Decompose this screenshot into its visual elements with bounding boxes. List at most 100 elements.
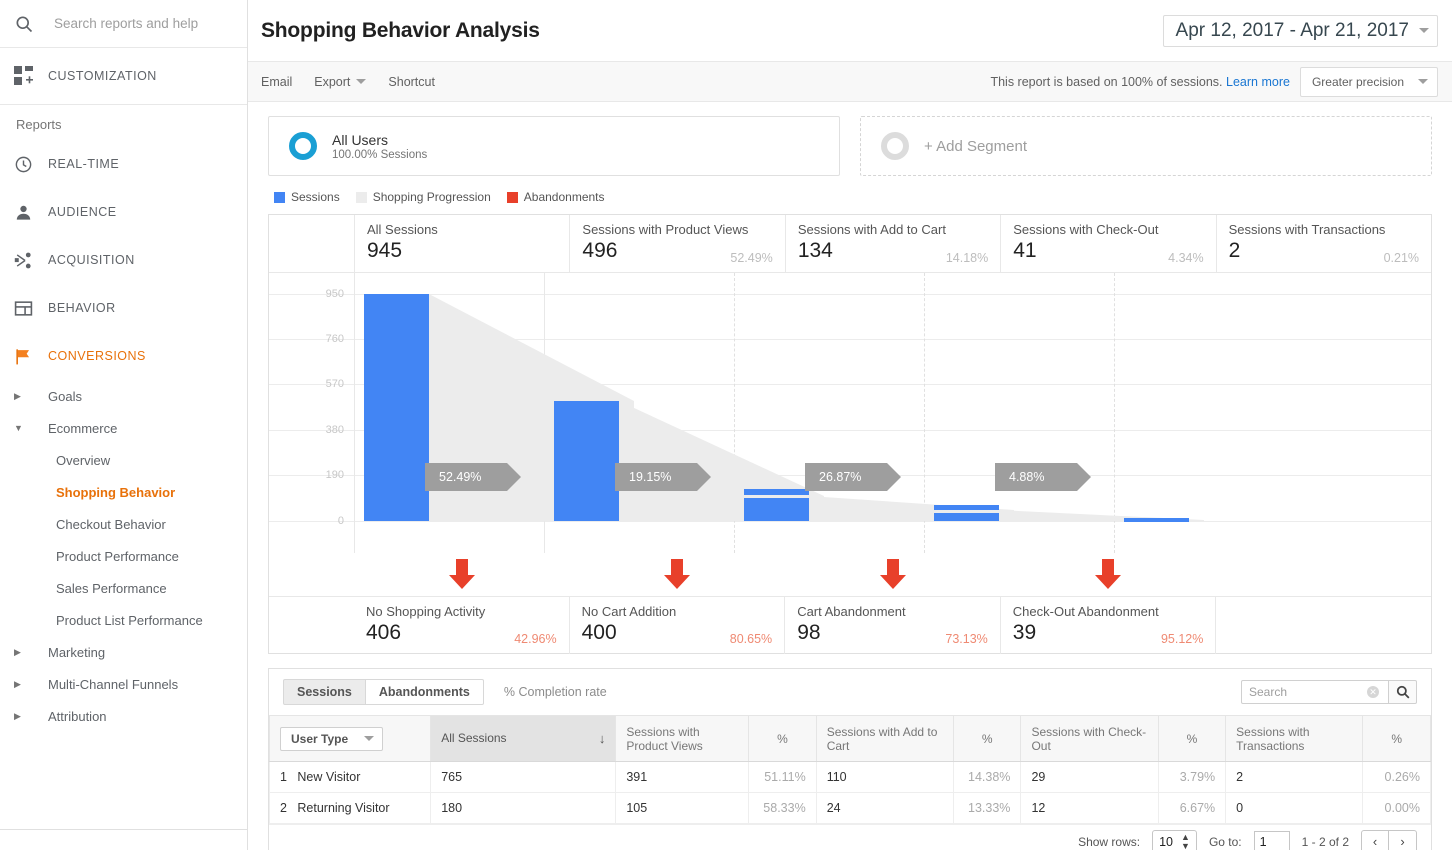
sidebar-item-overview[interactable]: Overview — [0, 444, 247, 476]
completion-rate-label[interactable]: % Completion rate — [504, 685, 607, 699]
dimension-header: User Type — [268, 715, 432, 762]
abandonment-name: Check-Out Abandonment — [1012, 604, 1159, 619]
progression-tag-4: 4.88% — [995, 463, 1091, 491]
column-header-transactions[interactable]: Sessions with Transactions — [1225, 715, 1364, 762]
bar-check-out — [934, 505, 999, 510]
table-search: ✕ — [1241, 680, 1417, 704]
search-input[interactable] — [48, 16, 218, 31]
table-header-row: User Type All Sessions ↓ Sessions with P… — [268, 715, 1431, 762]
precision-label: Greater precision — [1311, 74, 1404, 89]
search-icon — [14, 14, 48, 34]
abandonment-arrow-cell-2 — [569, 553, 784, 596]
precision-selector[interactable]: Greater precision — [1299, 66, 1438, 97]
column-header-product-views[interactable]: Sessions with Product Views — [615, 715, 750, 762]
date-range-picker[interactable]: Apr 12, 2017 - Apr 21, 2017 — [1162, 14, 1438, 47]
clear-icon[interactable]: ✕ — [1367, 686, 1379, 698]
next-page-button[interactable]: › — [1389, 829, 1417, 850]
sidebar-sub-label: Multi-Channel Funnels — [48, 676, 179, 692]
column-header-check-out[interactable]: Sessions with Check-Out — [1020, 715, 1159, 762]
progression-tag-3: 26.87% — [805, 463, 901, 491]
prev-page-button[interactable]: ‹ — [1361, 829, 1389, 850]
column-header-add-to-cart[interactable]: Sessions with Add to Cart — [815, 715, 954, 762]
email-button[interactable]: Email — [261, 75, 292, 89]
row-name[interactable]: Returning Visitor — [297, 801, 389, 815]
abandonment-check-out-abandonment: Check-Out Abandonment 39 95.12% — [1001, 597, 1217, 654]
column-header-pct-product-views[interactable]: % — [748, 715, 817, 762]
sidebar-sub-label: Checkout Behavior — [56, 516, 166, 532]
column-header-pct-add-to-cart[interactable]: % — [952, 715, 1022, 762]
data-table-panel: Sessions Abandonments % Completion rate … — [268, 668, 1432, 850]
sidebar-item-shopping-behavior[interactable]: Shopping Behavior — [0, 476, 247, 508]
stage-name: All Sessions — [367, 222, 438, 237]
row-name[interactable]: New Visitor — [297, 770, 360, 784]
sidebar-item-multi-channel-funnels[interactable]: ▶ Multi-Channel Funnels — [0, 668, 247, 700]
table-search-input[interactable] — [1249, 685, 1367, 699]
sidebar-item-sales-performance[interactable]: Sales Performance — [0, 572, 247, 604]
bar-add-to-cart — [744, 489, 809, 495]
sidebar-item-customization[interactable]: CUSTOMIZATION — [0, 48, 247, 105]
column-header-pct-transactions[interactable]: % — [1362, 715, 1431, 762]
sidebar-item-audience[interactable]: AUDIENCE — [0, 188, 247, 236]
legend-label: Abandonments — [523, 190, 605, 204]
down-arrow-icon — [663, 559, 691, 594]
abandonment-arrow-cell-1 — [354, 553, 569, 596]
table-tab-group: Sessions Abandonments — [283, 679, 484, 705]
sidebar-item-real-time[interactable]: REAL-TIME — [0, 140, 247, 188]
stage-pct: 0.21% — [1383, 251, 1420, 265]
progression-pct: 52.49% — [439, 470, 482, 484]
table-search-button[interactable] — [1389, 680, 1417, 704]
sidebar-item-marketing[interactable]: ▶ Marketing — [0, 636, 247, 668]
sidebar-item-checkout-behavior[interactable]: Checkout Behavior — [0, 508, 247, 540]
sidebar-item-product-performance[interactable]: Product Performance — [0, 540, 247, 572]
chevron-down-icon — [356, 79, 367, 84]
sidebar-item-attribution[interactable]: ▶ Attribution — [0, 700, 247, 732]
cell-check-out: 12 — [1020, 792, 1159, 824]
sidebar-item-ecommerce[interactable]: ▼ Ecommerce — [0, 412, 247, 444]
column-separator — [354, 273, 355, 553]
sidebar-search[interactable] — [0, 0, 247, 48]
tab-abandonments[interactable]: Abandonments — [365, 679, 484, 705]
cell-product-views: 391 — [615, 761, 750, 793]
export-button[interactable]: Export — [314, 75, 367, 89]
sidebar-item-acquisition[interactable]: ACQUISITION — [0, 236, 247, 284]
column-header-pct-check-out[interactable]: % — [1157, 715, 1227, 762]
add-segment-button[interactable]: + Add Segment — [860, 116, 1432, 176]
learn-more-link[interactable]: Learn more — [1226, 75, 1290, 89]
chevron-right-icon: ▶ — [14, 390, 21, 401]
show-rows-select[interactable]: 10 ▲ ▼ — [1152, 829, 1197, 850]
segment-all-users[interactable]: All Users 100.00% Sessions — [268, 116, 840, 176]
segment-donut-icon — [289, 132, 317, 160]
cell-pct-transactions: 0.26% — [1362, 761, 1431, 793]
bar-all-sessions — [364, 294, 429, 521]
title-bar: Shopping Behavior Analysis Apr 12, 2017 … — [248, 0, 1452, 62]
table-search-box[interactable]: ✕ — [1241, 680, 1389, 704]
sidebar-sub-label: Attribution — [48, 708, 107, 724]
chevron-right-icon: ▶ — [14, 710, 21, 721]
abandonment-name: No Cart Addition — [581, 604, 677, 619]
sidebar-item-goals[interactable]: ▶ Goals — [0, 380, 247, 412]
sampling-note: This report is based on 100% of sessions… — [990, 75, 1290, 89]
cell-pct-add-to-cart: 13.33% — [952, 792, 1022, 824]
shortcut-button[interactable]: Shortcut — [388, 75, 435, 89]
user-type-dimension-button[interactable]: User Type — [280, 726, 384, 751]
sidebar-sub-label: Sales Performance — [56, 580, 167, 596]
column-header-all-sessions[interactable]: All Sessions ↓ — [430, 715, 617, 762]
sidebar-item-label: CONVERSIONS — [48, 349, 146, 363]
funnel-stage-check-out: Sessions with Check-Out 41 4.34% — [1000, 215, 1215, 272]
goto-input[interactable] — [1253, 830, 1290, 850]
chevron-down-icon: ▼ — [14, 423, 23, 433]
sidebar-item-conversions[interactable]: CONVERSIONS — [0, 332, 247, 380]
cell-pct-product-views: 51.11% — [748, 761, 817, 793]
cell-pct-check-out: 6.67% — [1157, 792, 1227, 824]
sidebar-item-behavior[interactable]: BEHAVIOR — [0, 284, 247, 332]
goto-label: Go to: — [1208, 834, 1242, 849]
table-row[interactable]: 1 New Visitor 765 391 51.11% 110 14.38% … — [268, 761, 1431, 793]
segment-donut-icon — [881, 132, 909, 160]
bar-transactions — [1124, 518, 1189, 522]
flag-icon — [14, 347, 48, 366]
sidebar-item-product-list-performance[interactable]: Product List Performance — [0, 604, 247, 636]
sidebar-item-label: AUDIENCE — [48, 205, 117, 219]
table-row[interactable]: 2 Returning Visitor 180 105 58.33% 24 13… — [268, 792, 1431, 824]
tab-sessions[interactable]: Sessions — [283, 679, 366, 705]
cell-add-to-cart: 110 — [815, 761, 954, 793]
